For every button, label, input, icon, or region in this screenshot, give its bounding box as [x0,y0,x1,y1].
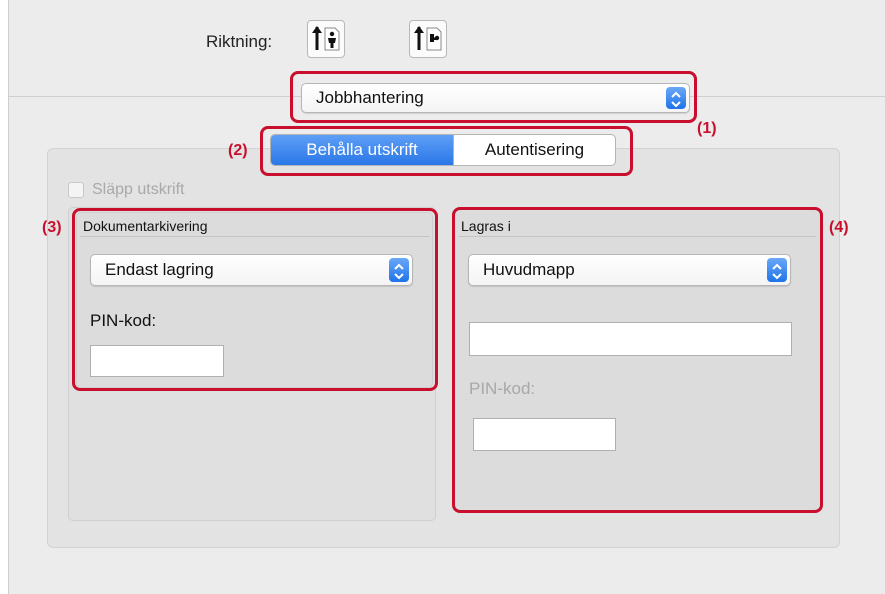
callout-box-2 [260,126,633,176]
landscape-orientation-button[interactable] [409,20,447,58]
orientation-label: Riktning: [206,32,273,51]
callout-box-1 [290,71,697,123]
portrait-orientation-icon [312,26,340,51]
callout-label-4: (4) [829,219,849,236]
callout-box-3 [72,208,438,391]
release-print-label: Släpp utskrift [92,181,185,198]
landscape-orientation-icon [414,26,442,51]
callout-label-2: (2) [228,142,248,159]
callout-box-4 [452,207,823,513]
callout-label-3: (3) [42,219,62,236]
release-print-checkbox-row[interactable]: Släpp utskrift [68,181,184,199]
portrait-orientation-button[interactable] [307,20,345,58]
callout-label-1: (1) [697,120,717,137]
release-print-checkbox[interactable] [68,182,84,198]
